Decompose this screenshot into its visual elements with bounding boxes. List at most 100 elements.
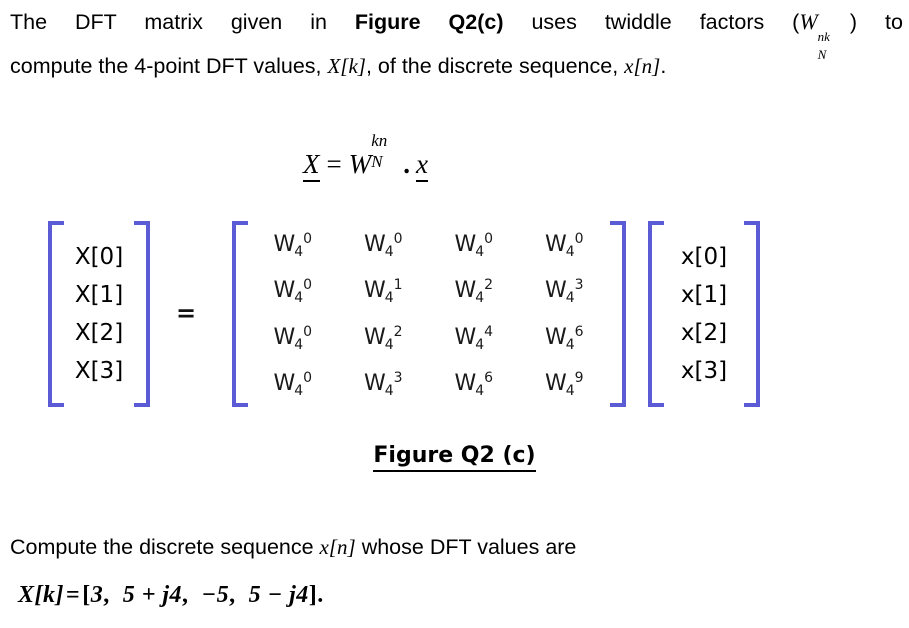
eq-rhs-x: x <box>415 149 428 182</box>
twiddle-matrix-bracket: W40 W40 W40 W40 W40 W41 W42 W43 W40 W42 … <box>232 221 626 407</box>
input-vector-cell: x[2] <box>680 320 728 346</box>
twiddle-cell-subscript: 4 <box>384 243 394 260</box>
twiddle-cell-symbol: W <box>454 278 477 304</box>
twiddle-cell-symbol: W <box>454 371 477 397</box>
input-vector-cell: x[1] <box>680 282 728 308</box>
output-vector-cell: X[3] <box>74 358 124 384</box>
closing-paragraph: Compute the discrete sequence x[n] whose… <box>10 532 890 562</box>
twiddle-cell-exponent: 0 <box>393 230 403 247</box>
twiddle-cell-exponent: 0 <box>303 323 313 340</box>
twiddle-cell-subscript: 4 <box>565 336 575 353</box>
twiddle-cell-symbol: W <box>363 278 386 304</box>
eq-lhs-X: X <box>303 149 320 182</box>
given-open-bracket: [ <box>82 582 91 608</box>
eq-dot-operator: . <box>403 149 410 179</box>
dft-values-symbol: X[k] <box>327 54 366 78</box>
output-vector-cell: X[0] <box>74 244 124 270</box>
twiddle-cell-subscript: 4 <box>384 383 394 400</box>
twiddle-matrix-cell: W40 <box>363 230 404 260</box>
input-vector-cell: x[0] <box>680 244 728 270</box>
intro-text-2: uses twiddle factors ( <box>503 10 800 34</box>
twiddle-cell-exponent: 0 <box>303 370 313 387</box>
twiddle-cell-exponent: 0 <box>303 277 313 294</box>
twiddle-matrix-cell: W40 <box>273 370 313 400</box>
twiddle-matrix-cell: W46 <box>454 370 494 400</box>
closing-sequence-symbol: x[n] <box>319 535 356 559</box>
given-lhs: X[k] <box>18 582 64 608</box>
twiddle-cell-subscript: 4 <box>475 290 485 307</box>
twiddle-cell-subscript: 4 <box>475 383 485 400</box>
twiddle-cell-exponent: 1 <box>393 277 403 294</box>
twiddle-cell-symbol: W <box>273 371 296 397</box>
display-equation: X = Wkn N. x <box>303 131 428 182</box>
twiddle-W-base: W <box>799 9 818 34</box>
given-period: . <box>317 582 324 608</box>
input-vector-column: x[0] x[1] x[2] x[3] <box>648 221 760 407</box>
intro-text-1: The DFT matrix given in <box>10 10 355 34</box>
intro-text-3: ) to <box>849 10 903 34</box>
twiddle-matrix-cell: W42 <box>454 277 494 307</box>
twiddle-matrix-cell: W43 <box>363 370 404 400</box>
twiddle-matrix-cell: W44 <box>454 323 494 353</box>
twiddle-cell-subscript: 4 <box>565 243 575 260</box>
twiddle-cell-subscript: 4 <box>294 290 304 307</box>
twiddle-matrix-cell: W43 <box>545 277 585 307</box>
twiddle-cell-symbol: W <box>544 324 567 350</box>
eq-twiddle-subscript: N <box>371 152 383 171</box>
twiddle-matrix-cell: W40 <box>273 323 313 353</box>
given-equals: = <box>66 582 81 608</box>
twiddle-cell-exponent: 4 <box>484 323 494 340</box>
twiddle-factor-symbol-inline: Wnk N <box>799 0 850 62</box>
twiddle-cell-exponent: 0 <box>303 230 313 247</box>
twiddle-cell-symbol: W <box>454 324 477 350</box>
given-comma: , <box>182 582 202 608</box>
eq-equals-sign: = <box>326 149 342 179</box>
twiddle-cell-subscript: 4 <box>565 383 575 400</box>
twiddle-cell-symbol: W <box>363 371 386 397</box>
twiddle-cell-exponent: 2 <box>484 277 494 294</box>
closing-text-1: Compute the discrete sequence <box>10 535 320 559</box>
given-value: 3 <box>90 582 104 608</box>
twiddle-cell-symbol: W <box>273 231 296 257</box>
output-vector-bracket: X[0] X[1] X[2] X[3] <box>48 221 150 407</box>
twiddle-cell-subscript: 4 <box>384 290 394 307</box>
given-comma: , <box>229 582 249 608</box>
output-vector-cell: X[2] <box>74 320 124 346</box>
intro-line-1: The DFT matrix given in Figure Q2(c) use… <box>10 0 903 62</box>
twiddle-cell-symbol: W <box>363 231 386 257</box>
intro-line-2: compute the 4-point DFT values, X[k], of… <box>10 44 903 88</box>
twiddle-cell-subscript: 4 <box>565 290 575 307</box>
twiddle-cell-exponent: 9 <box>574 370 584 387</box>
input-vector-bracket: x[0] x[1] x[2] x[3] <box>648 221 760 407</box>
output-vector-column: X[0] X[1] X[2] X[3] <box>48 221 150 407</box>
twiddle-cell-exponent: 6 <box>484 370 494 387</box>
twiddle-cell-exponent: 3 <box>574 277 584 294</box>
twiddle-matrix-cell: W46 <box>544 323 585 353</box>
eq-twiddle-superscript: kn <box>371 131 388 150</box>
twiddle-cell-subscript: 4 <box>294 243 304 260</box>
intro-paragraph: The DFT matrix given in Figure Q2(c) use… <box>10 0 903 88</box>
sequence-symbol: x[n] <box>624 54 661 78</box>
matrix-equation: X[0] X[1] X[2] X[3] = W40 W40 W40 W40 W4… <box>0 215 909 415</box>
output-vector-cell: X[1] <box>74 282 124 308</box>
given-value: 5 − j4 <box>248 582 309 608</box>
twiddle-matrix-cell: W41 <box>363 277 404 307</box>
intro-text-4: compute the 4-point DFT values, <box>10 54 328 78</box>
twiddle-matrix-cell: W40 <box>545 230 585 260</box>
twiddle-cell-symbol: W <box>454 231 477 257</box>
twiddle-cell-symbol: W <box>273 278 296 304</box>
twiddle-cell-subscript: 4 <box>294 383 304 400</box>
twiddle-matrix-cell: W40 <box>273 277 313 307</box>
twiddle-cell-symbol: W <box>363 324 386 350</box>
figure-caption-text: Figure Q2 (c) <box>373 443 536 472</box>
twiddle-cell-exponent: 2 <box>393 323 403 340</box>
eq-twiddle-W: W <box>348 149 372 179</box>
twiddle-cell-exponent: 3 <box>393 370 403 387</box>
twiddle-cell-subscript: 4 <box>294 336 304 353</box>
twiddle-cell-exponent: 0 <box>574 230 584 247</box>
closing-text-2: whose DFT values are <box>355 535 577 559</box>
twiddle-cell-exponent: 6 <box>574 323 584 340</box>
given-value: 5 + j4 <box>122 582 183 608</box>
figure-reference-bold: Figure Q2(c) <box>354 10 504 34</box>
twiddle-subscript: N <box>817 47 827 62</box>
